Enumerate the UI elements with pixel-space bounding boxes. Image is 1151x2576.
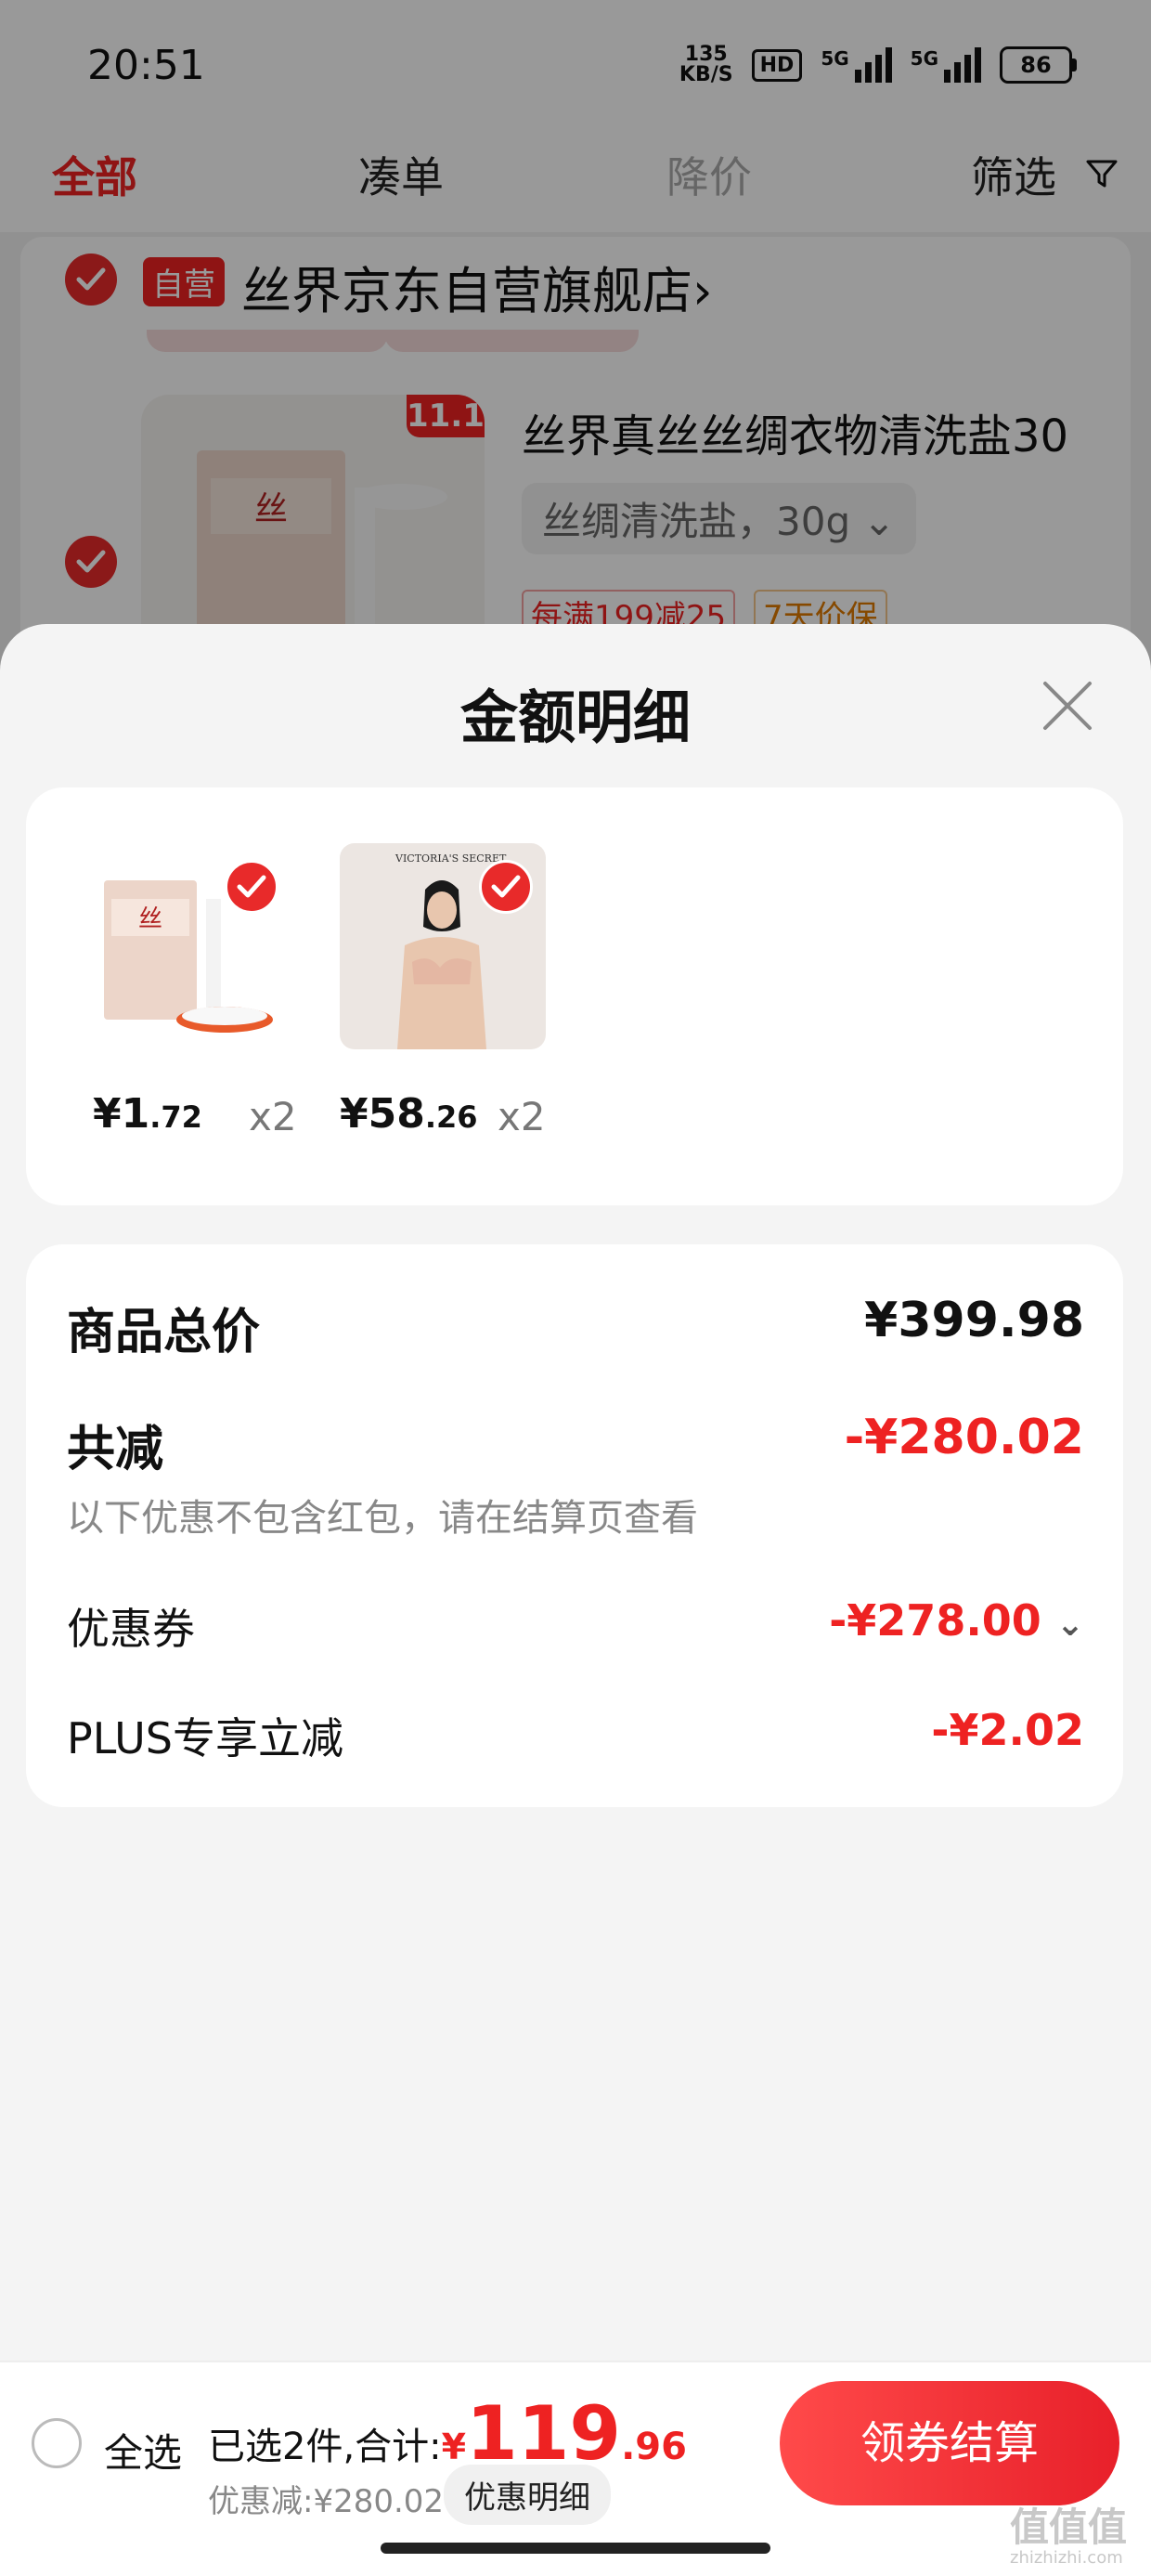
total-decimal: .96 [621, 2426, 687, 2468]
selection-summary: 已选2件,合计:¥119.96 [208, 2390, 687, 2477]
items-card: 丝 ¥1.72 x2 VICTORIA'S SECRET ¥58.26 x2 [26, 787, 1123, 1205]
svg-text:丝: 丝 [138, 905, 162, 933]
select-all-radio[interactable] [32, 2418, 82, 2468]
item-price: ¥1.72 [93, 1090, 202, 1138]
modal-backdrop[interactable] [0, 0, 1151, 706]
item-thumb[interactable]: 丝 [85, 843, 291, 1049]
amount-detail-sheet: 金额明细 丝 ¥1.72 x2 VICTORIA'S SECRET ¥58.26… [0, 624, 1151, 2361]
sheet-title: 金额明细 [459, 683, 691, 751]
close-icon[interactable] [1040, 678, 1095, 734]
coupon-label: 优惠券 [67, 1604, 195, 1654]
plus-discount-label: PLUS专享立减 [67, 1713, 343, 1763]
coupon-value: -¥278.00 [829, 1595, 1041, 1646]
item-quantity: x2 [498, 1094, 546, 1139]
chevron-down-icon: ⌄ [1055, 1606, 1084, 1644]
discount-note: 以下优惠不包含红包，请在结算页查看 [67, 1497, 698, 1540]
discount-value: -¥280.02 [844, 1410, 1084, 1465]
price-decimal: .72 [149, 1099, 202, 1135]
checkout-bar: 全选 已选2件,合计:¥119.96 优惠减:¥280.02 优惠明细 领券结算 [0, 2361, 1151, 2576]
currency-symbol: ¥ [441, 2426, 467, 2467]
total-amount: ¥119.96 [441, 2390, 687, 2477]
price-integer: 58 [368, 1090, 425, 1138]
discount-detail-button[interactable]: 优惠明细 [444, 2465, 611, 2525]
item-price: ¥58.26 [340, 1090, 478, 1138]
watermark-logo: 值值值 [1010, 2504, 1128, 2550]
total-price-value: ¥399.98 [864, 1293, 1084, 1348]
item-check-icon [225, 860, 278, 914]
saved-amount: 优惠减:¥280.02 [208, 2483, 445, 2520]
plus-discount-value: -¥2.02 [931, 1705, 1084, 1755]
currency-symbol: ¥ [340, 1090, 369, 1138]
item-thumb[interactable]: VICTORIA'S SECRET [340, 843, 546, 1049]
brand-logo: VICTORIA'S SECRET [394, 852, 507, 865]
item-check-icon [479, 860, 533, 914]
price-breakdown-card: 商品总价 ¥399.98 共减 -¥280.02 以下优惠不包含红包，请在结算页… [26, 1244, 1123, 1807]
home-indicator[interactable] [381, 2543, 770, 2554]
selected-count: 已选2件,合计: [208, 2426, 442, 2468]
total-price-label: 商品总价 [67, 1305, 261, 1360]
discount-label: 共减 [67, 1422, 164, 1477]
coupon-row-toggle[interactable]: -¥278.00 ⌄ [829, 1595, 1084, 1646]
watermark-url: zhizhizhi.com [1010, 2548, 1123, 2568]
item-quantity: x2 [249, 1094, 297, 1139]
currency-symbol: ¥ [93, 1090, 122, 1138]
select-all-label[interactable]: 全选 [104, 2422, 182, 2478]
item-image: VICTORIA'S SECRET [340, 843, 546, 1049]
checkout-button[interactable]: 领券结算 [780, 2381, 1119, 2505]
price-decimal: .26 [424, 1099, 478, 1135]
price-integer: 1 [121, 1090, 150, 1138]
item-image: 丝 [85, 843, 291, 1049]
